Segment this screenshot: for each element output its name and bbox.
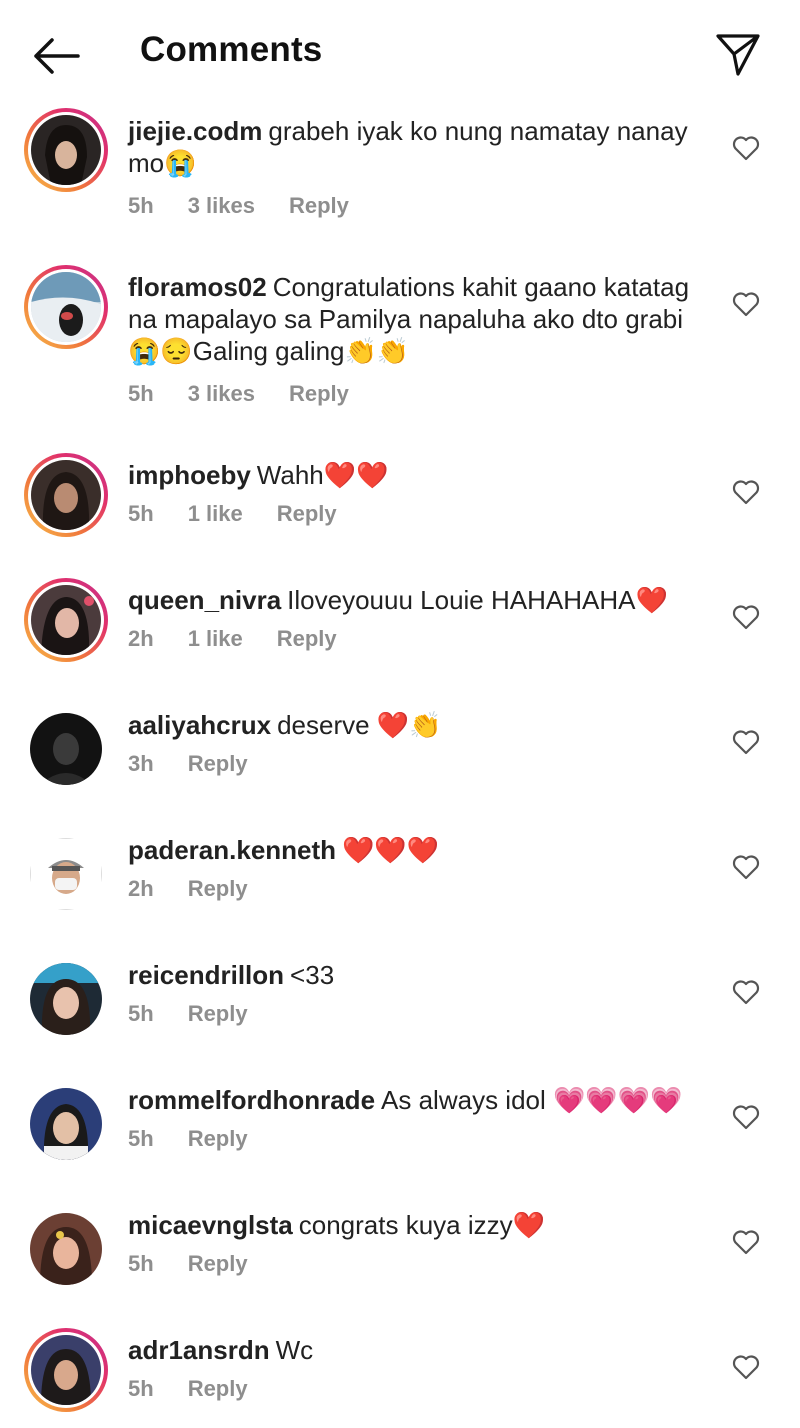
- comment-username[interactable]: jiejie.codm: [128, 116, 262, 146]
- comment-item: adr1ansrdn Wc 5h Reply: [0, 1328, 800, 1428]
- comment-likes[interactable]: 3 likes: [188, 381, 255, 407]
- comment-item: queen_nivra Iloveyouuu Louie HAHAHAHA❤️ 2…: [0, 578, 800, 678]
- avatar[interactable]: [24, 832, 108, 916]
- comment-time: 5h: [128, 1251, 154, 1276]
- avatar[interactable]: [24, 1207, 108, 1291]
- comment-text: queen_nivra Iloveyouuu Louie HAHAHAHA❤️: [128, 584, 705, 616]
- comment-username[interactable]: floramos02: [128, 272, 267, 302]
- comment-text: reicendrillon <33: [128, 959, 705, 991]
- heart-outline-icon[interactable]: [732, 729, 760, 755]
- comment-body: As always idol 💗💗💗💗: [381, 1085, 683, 1115]
- comment-username[interactable]: micaevnglsta: [128, 1210, 293, 1240]
- heart-outline-icon[interactable]: [732, 479, 760, 505]
- comment-meta: 2h Reply: [128, 876, 705, 902]
- comment-meta: 5h Reply: [128, 1251, 705, 1277]
- comment-meta: 5h Reply: [128, 1001, 705, 1027]
- reply-button[interactable]: Reply: [188, 1251, 248, 1277]
- comment-likes[interactable]: 1 like: [188, 626, 243, 652]
- comment-time: 5h: [128, 501, 154, 526]
- reply-button[interactable]: Reply: [289, 381, 349, 407]
- comment-item: reicendrillon <33 5h Reply: [0, 953, 800, 1053]
- comment-likes[interactable]: 3 likes: [188, 193, 255, 219]
- comment-text: rommelfordhonrade As always idol 💗💗💗💗: [128, 1084, 705, 1116]
- reply-button[interactable]: Reply: [277, 501, 337, 527]
- comment-username[interactable]: imphoeby: [128, 460, 251, 490]
- avatar[interactable]: [24, 578, 108, 662]
- comment-meta: 5h 1 like Reply: [128, 501, 705, 527]
- comment-text: jiejie.codm grabeh iyak ko nung namatay n…: [128, 115, 705, 179]
- comment-body: ❤️❤️❤️: [342, 835, 440, 865]
- avatar[interactable]: [24, 108, 108, 192]
- comment-body: deserve ❤️👏: [277, 710, 442, 740]
- reply-button[interactable]: Reply: [289, 193, 349, 219]
- comment-username[interactable]: paderan.kenneth: [128, 835, 336, 865]
- comment-body: <33: [290, 960, 335, 990]
- heart-outline-icon[interactable]: [732, 1229, 760, 1255]
- comment-item: micaevnglsta congrats kuya izzy❤️ 5h Repl…: [0, 1203, 800, 1303]
- comment-time: 5h: [128, 1001, 154, 1026]
- comment-time: 5h: [128, 1376, 154, 1401]
- back-arrow-icon: [34, 38, 80, 74]
- comment-meta: 3h Reply: [128, 751, 705, 777]
- heart-outline-icon[interactable]: [732, 1354, 760, 1380]
- avatar[interactable]: [24, 957, 108, 1041]
- reply-button[interactable]: Reply: [188, 1001, 248, 1027]
- comment-body: Wc: [275, 1335, 314, 1365]
- heart-outline-icon[interactable]: [732, 291, 760, 317]
- avatar[interactable]: [24, 1328, 108, 1412]
- avatar[interactable]: [24, 265, 108, 349]
- comment-text: imphoeby Wahh❤️❤️: [128, 459, 705, 491]
- reply-button[interactable]: Reply: [188, 751, 248, 777]
- comment-item: floramos02 Congratulations kahit gaano ka…: [0, 265, 800, 425]
- comment-meta: 5h Reply: [128, 1126, 705, 1152]
- avatar[interactable]: [24, 1082, 108, 1166]
- comment-item: imphoeby Wahh❤️❤️ 5h 1 like Reply: [0, 453, 800, 553]
- heart-outline-icon[interactable]: [732, 854, 760, 880]
- reply-button[interactable]: Reply: [188, 876, 248, 902]
- comment-meta: 2h 1 like Reply: [128, 626, 705, 652]
- comment-text: floramos02 Congratulations kahit gaano ka…: [128, 271, 705, 367]
- comment-username[interactable]: queen_nivra: [128, 585, 281, 615]
- comment-username[interactable]: aaliyahcrux: [128, 710, 271, 740]
- comment-likes[interactable]: 1 like: [188, 501, 243, 527]
- heart-outline-icon[interactable]: [732, 135, 760, 161]
- header: Comments: [0, 0, 800, 110]
- send-direct-icon: [716, 34, 760, 76]
- back-button[interactable]: [30, 36, 82, 76]
- comment-time: 3h: [128, 751, 154, 776]
- comment-username[interactable]: rommelfordhonrade: [128, 1085, 375, 1115]
- comment-meta: 5h Reply: [128, 1376, 705, 1402]
- reply-button[interactable]: Reply: [188, 1126, 248, 1152]
- comment-item: paderan.kenneth ❤️❤️❤️ 2h Reply: [0, 828, 800, 928]
- comment-meta: 5h 3 likes Reply: [128, 381, 705, 407]
- comment-username[interactable]: adr1ansrdn: [128, 1335, 270, 1365]
- comment-text: paderan.kenneth ❤️❤️❤️: [128, 834, 705, 866]
- comment-time: 5h: [128, 381, 154, 406]
- comment-time: 5h: [128, 1126, 154, 1151]
- avatar[interactable]: [24, 453, 108, 537]
- heart-outline-icon[interactable]: [732, 1104, 760, 1130]
- heart-outline-icon[interactable]: [732, 604, 760, 630]
- page-title: Comments: [140, 30, 323, 69]
- heart-outline-icon[interactable]: [732, 979, 760, 1005]
- comment-item: jiejie.codm grabeh iyak ko nung namatay n…: [0, 105, 800, 245]
- comment-item: rommelfordhonrade As always idol 💗💗💗💗 5h …: [0, 1078, 800, 1178]
- comment-item: aaliyahcrux deserve ❤️👏 3h Reply: [0, 703, 800, 803]
- comment-body: Wahh❤️❤️: [256, 460, 389, 490]
- comment-text: aaliyahcrux deserve ❤️👏: [128, 709, 705, 741]
- comment-text: adr1ansrdn Wc: [128, 1334, 705, 1366]
- comment-time: 2h: [128, 626, 154, 651]
- comment-time: 2h: [128, 876, 154, 901]
- comment-username[interactable]: reicendrillon: [128, 960, 284, 990]
- comment-text: micaevnglsta congrats kuya izzy❤️: [128, 1209, 705, 1241]
- reply-button[interactable]: Reply: [277, 626, 337, 652]
- reply-button[interactable]: Reply: [188, 1376, 248, 1402]
- comment-time: 5h: [128, 193, 154, 218]
- comment-body: Iloveyouuu Louie HAHAHAHA❤️: [287, 585, 668, 615]
- comment-meta: 5h 3 likes Reply: [128, 193, 705, 219]
- comment-body: congrats kuya izzy❤️: [298, 1210, 545, 1240]
- avatar[interactable]: [24, 707, 108, 791]
- send-button[interactable]: [714, 30, 762, 78]
